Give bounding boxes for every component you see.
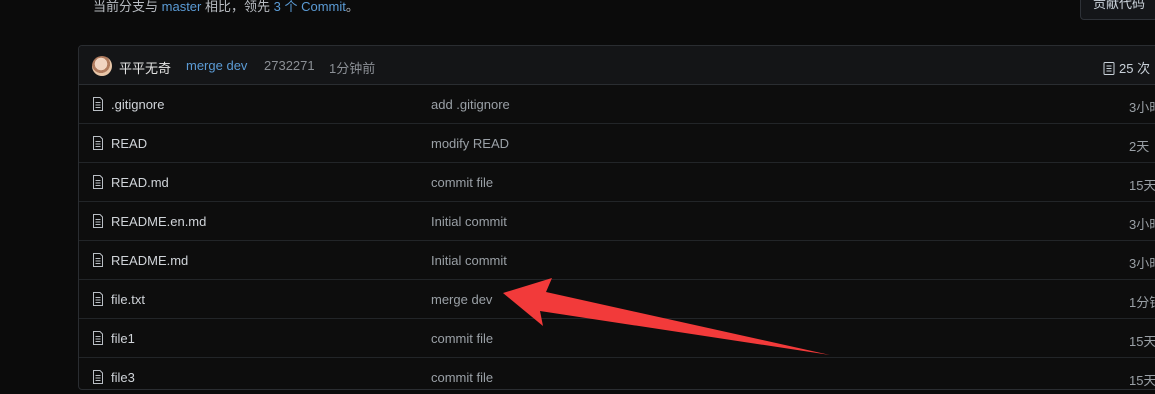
file-time: 3小时 bbox=[1129, 100, 1155, 115]
commits-count-link[interactable]: 25 次 bbox=[1103, 58, 1150, 77]
commits-book-icon bbox=[1103, 62, 1115, 75]
file-icon bbox=[91, 331, 105, 345]
file-time: 3小时 bbox=[1129, 217, 1155, 232]
branch-status-suffix: 。 bbox=[345, 0, 359, 14]
file-commit-link[interactable]: Initial commit bbox=[431, 253, 507, 268]
file-commit-link[interactable]: modify READ bbox=[431, 136, 509, 151]
avatar[interactable] bbox=[92, 56, 112, 76]
file-commit-link[interactable]: commit file bbox=[431, 175, 493, 190]
file-row: READ modify READ 2天 bbox=[79, 124, 1155, 163]
commit-message[interactable]: merge dev bbox=[186, 58, 247, 73]
branch-status-middle: 相比，领先 bbox=[205, 0, 271, 14]
file-row: READ.md commit file 15天 bbox=[79, 163, 1155, 202]
file-commit-link[interactable]: merge dev bbox=[431, 292, 492, 307]
file-name-link[interactable]: READ.md bbox=[111, 175, 169, 190]
file-time: 15天 bbox=[1129, 178, 1155, 193]
file-time: 1分钟 bbox=[1129, 295, 1155, 310]
file-time: 15天 bbox=[1129, 334, 1155, 349]
file-list-panel: 平平无奇 merge dev 2732271 1分钟前 25 次 .gitign… bbox=[78, 45, 1155, 390]
file-name-link[interactable]: file3 bbox=[111, 370, 135, 385]
file-row: file1 commit file 15天 bbox=[79, 319, 1155, 358]
file-row: README.md Initial commit 3小时 bbox=[79, 241, 1155, 280]
commit-author[interactable]: 平平无奇 bbox=[119, 58, 171, 77]
file-time: 2天 bbox=[1129, 139, 1150, 154]
branch-link[interactable]: master bbox=[162, 0, 202, 14]
file-name-link[interactable]: file1 bbox=[111, 331, 135, 346]
commit-time: 1分钟前 bbox=[329, 61, 376, 76]
file-row: .gitignore add .gitignore 3小时 bbox=[79, 85, 1155, 124]
file-name-link[interactable]: README.md bbox=[111, 253, 188, 268]
file-icon bbox=[91, 370, 105, 384]
file-name-link[interactable]: READ bbox=[111, 136, 147, 151]
file-name-link[interactable]: .gitignore bbox=[111, 97, 164, 112]
file-row: file3 commit file 15天 bbox=[79, 358, 1155, 389]
file-commit-link[interactable]: commit file bbox=[431, 370, 493, 385]
file-icon bbox=[91, 136, 105, 150]
file-icon bbox=[91, 175, 105, 189]
file-icon bbox=[91, 97, 105, 111]
file-commit-link[interactable]: commit file bbox=[431, 331, 493, 346]
file-time: 15天 bbox=[1129, 373, 1155, 388]
branch-status-text: 当前分支与 master 相比，领先 3 个 Commit。 bbox=[93, 0, 359, 15]
file-row: file.txt merge dev 1分钟 bbox=[79, 280, 1155, 319]
file-commit-link[interactable]: add .gitignore bbox=[431, 97, 510, 112]
file-icon bbox=[91, 214, 105, 228]
file-name-link[interactable]: file.txt bbox=[111, 292, 145, 307]
file-icon bbox=[91, 292, 105, 306]
file-row: README.en.md Initial commit 3小时 bbox=[79, 202, 1155, 241]
file-icon bbox=[91, 253, 105, 267]
file-rows: .gitignore add .gitignore 3小时 READ modify RE… bbox=[79, 85, 1155, 389]
latest-commit-bar: 平平无奇 merge dev 2732271 1分钟前 25 次 bbox=[79, 46, 1155, 85]
commit-sha[interactable]: 2732271 bbox=[264, 58, 315, 73]
file-time: 3小时 bbox=[1129, 256, 1155, 271]
branch-status-prefix: 当前分支与 bbox=[93, 0, 159, 14]
file-commit-link[interactable]: Initial commit bbox=[431, 214, 507, 229]
commits-count-label: 25 次 bbox=[1119, 61, 1151, 76]
file-name-link[interactable]: README.en.md bbox=[111, 214, 206, 229]
ahead-commits-link[interactable]: 3 个 Commit bbox=[274, 0, 346, 14]
contribute-button[interactable]: 贡献代码 bbox=[1080, 0, 1155, 20]
